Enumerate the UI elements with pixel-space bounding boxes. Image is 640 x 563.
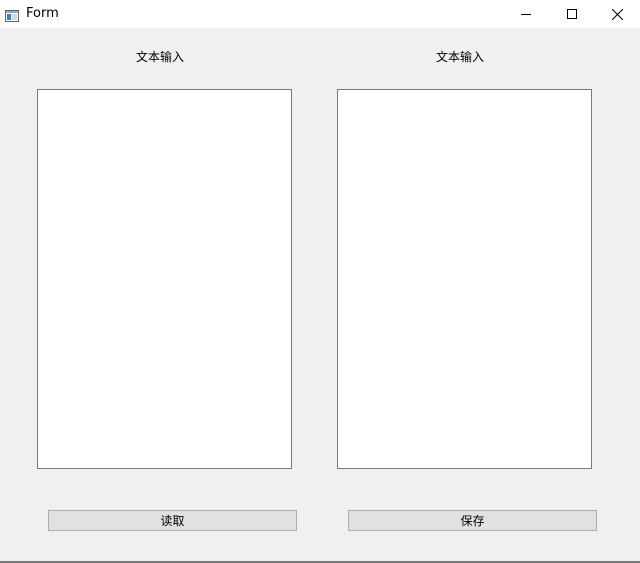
- form-window: Form 文本输入 文本输入 读取 保存: [0, 0, 640, 563]
- read-button[interactable]: 读取: [48, 510, 297, 531]
- close-icon: [611, 8, 623, 20]
- form-window-icon: [5, 7, 19, 22]
- left-text-area[interactable]: [37, 89, 292, 469]
- close-button[interactable]: [594, 0, 640, 28]
- window-title: Form: [26, 6, 59, 21]
- right-text-input-label: 文本输入: [435, 50, 484, 64]
- minimize-icon: [521, 14, 531, 15]
- save-button[interactable]: 保存: [348, 510, 597, 531]
- maximize-icon: [567, 9, 577, 19]
- title-bar[interactable]: Form: [0, 0, 640, 28]
- left-text-input-label: 文本输入: [135, 50, 184, 64]
- right-text-area[interactable]: [337, 89, 592, 469]
- maximize-button[interactable]: [549, 0, 595, 28]
- minimize-button[interactable]: [503, 0, 549, 28]
